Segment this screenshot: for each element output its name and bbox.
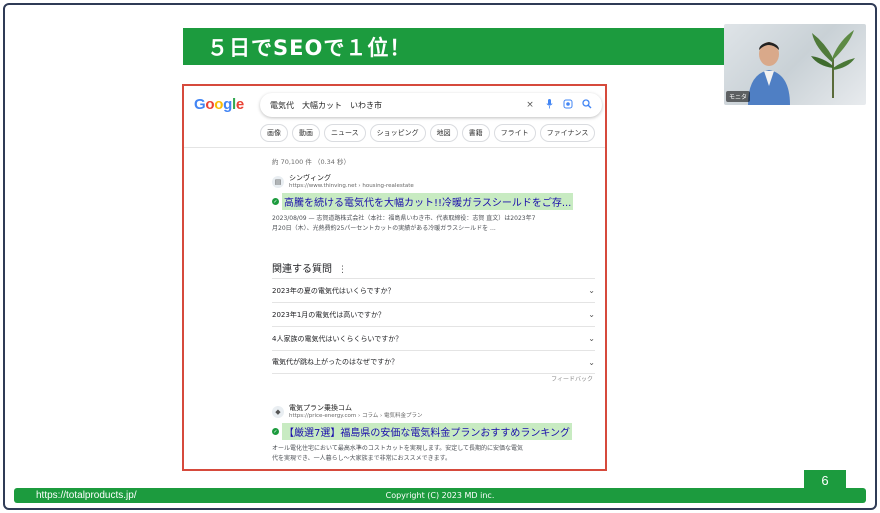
paa-item[interactable]: 2023年の夏の電気代はいくらですか？ ⌄: [272, 278, 595, 302]
close-icon[interactable]: ×: [525, 100, 535, 110]
paa-heading: 関連する質問 ⋮: [272, 264, 347, 275]
chevron-down-icon: ⌄: [588, 286, 595, 295]
search-icon[interactable]: [582, 98, 592, 112]
divider: [184, 147, 605, 148]
chevron-down-icon: ⌄: [588, 310, 595, 319]
camera-name-tag: モニタ: [726, 91, 751, 102]
search-bar[interactable]: 電気代 大幅カット いわき市 ×: [260, 93, 602, 117]
result-headline-link[interactable]: 【厳選7選】福島県の安価な電気料金プランおすすめランキング: [282, 423, 573, 440]
footer-bar: https://totalproducts.jp/ Copyright (C) …: [14, 488, 866, 503]
google-logo[interactable]: Google: [194, 96, 244, 113]
camera-window[interactable]: モニタ: [724, 24, 866, 105]
result-headline-link[interactable]: 高騰を続ける電気代を大幅カット!!冷暖ガラスシールドをご存...: [282, 193, 574, 210]
search-query[interactable]: 電気代 大幅カット いわき市: [270, 100, 516, 111]
result-site[interactable]: ▤ シンヴィング https://www.thinving.net › hous…: [272, 174, 602, 190]
chip-videos[interactable]: 動画: [292, 124, 320, 142]
presenter-image: [748, 42, 790, 105]
slide-title: ５日でSEOで１位！: [183, 28, 724, 65]
feedback-link[interactable]: フィードバック: [551, 374, 593, 383]
search-screenshot: Google 電気代 大幅カット いわき市 × 画像 動画 ニュース ショッピン…: [182, 84, 607, 471]
more-options-icon[interactable]: ⋮: [338, 265, 347, 275]
mic-icon[interactable]: [544, 98, 554, 112]
result-count: 約 70,100 件 （0.34 秒）: [272, 158, 350, 166]
copyright: Copyright (C) 2023 MD inc.: [385, 491, 495, 500]
chevron-down-icon: ⌄: [588, 334, 595, 343]
result-site-name: シンヴィング: [289, 174, 331, 182]
search-filter-chips: 画像 動画 ニュース ショッピング 地図 書籍 フライト ファイナンス: [260, 124, 596, 142]
result-snippet: 2023/08/09 — 志賀道路株式会社（本社：福島県いわき市、代表取締役：志…: [272, 215, 536, 232]
result-snippet: オール電化住宅において最高水準のコストカットを実現します。安定して長期的に安価な…: [272, 445, 524, 462]
search-result: ▤ シンヴィング https://www.thinving.net › hous…: [272, 174, 602, 234]
chip-news[interactable]: ニュース: [324, 124, 366, 142]
lens-icon[interactable]: [563, 99, 573, 112]
check-icon: ✓: [272, 198, 279, 205]
chip-images[interactable]: 画像: [260, 124, 288, 142]
chip-books[interactable]: 書籍: [461, 124, 490, 142]
paa-item[interactable]: 電気代が跳ね上がったのはなぜですか？ ⌄: [272, 350, 595, 374]
chevron-down-icon: ⌄: [588, 357, 595, 367]
paa-item[interactable]: 4人家族の電気代はいくらくらいですか？ ⌄: [272, 326, 595, 350]
result-site[interactable]: ◆ 電気プラン乗換コム https://price-energy.com › コ…: [272, 404, 602, 420]
chip-finance[interactable]: ファイナンス: [539, 124, 596, 142]
chip-maps[interactable]: 地図: [429, 124, 458, 142]
chip-shopping[interactable]: ショッピング: [369, 124, 426, 142]
paa-list: 2023年の夏の電気代はいくらですか？ ⌄ 2023年1月の電気代は高いですか？ ⌄…: [272, 278, 595, 374]
chip-flights[interactable]: フライト: [493, 124, 536, 142]
paa-item[interactable]: 2023年1月の電気代は高いですか？ ⌄: [272, 302, 595, 326]
search-result: ◆ 電気プラン乗換コム https://price-energy.com › コ…: [272, 404, 602, 464]
favicon-icon: ◆: [272, 406, 284, 418]
plant-image: [811, 30, 855, 98]
result-site-url: https://price-energy.com › コラム › 電気料金プラン: [289, 413, 423, 419]
result-site-url: https://www.thinving.net › housing-reale…: [289, 183, 414, 189]
check-icon: ✓: [272, 428, 279, 435]
favicon-icon: ▤: [272, 176, 284, 188]
result-site-name: 電気プラン乗換コム: [289, 404, 352, 412]
